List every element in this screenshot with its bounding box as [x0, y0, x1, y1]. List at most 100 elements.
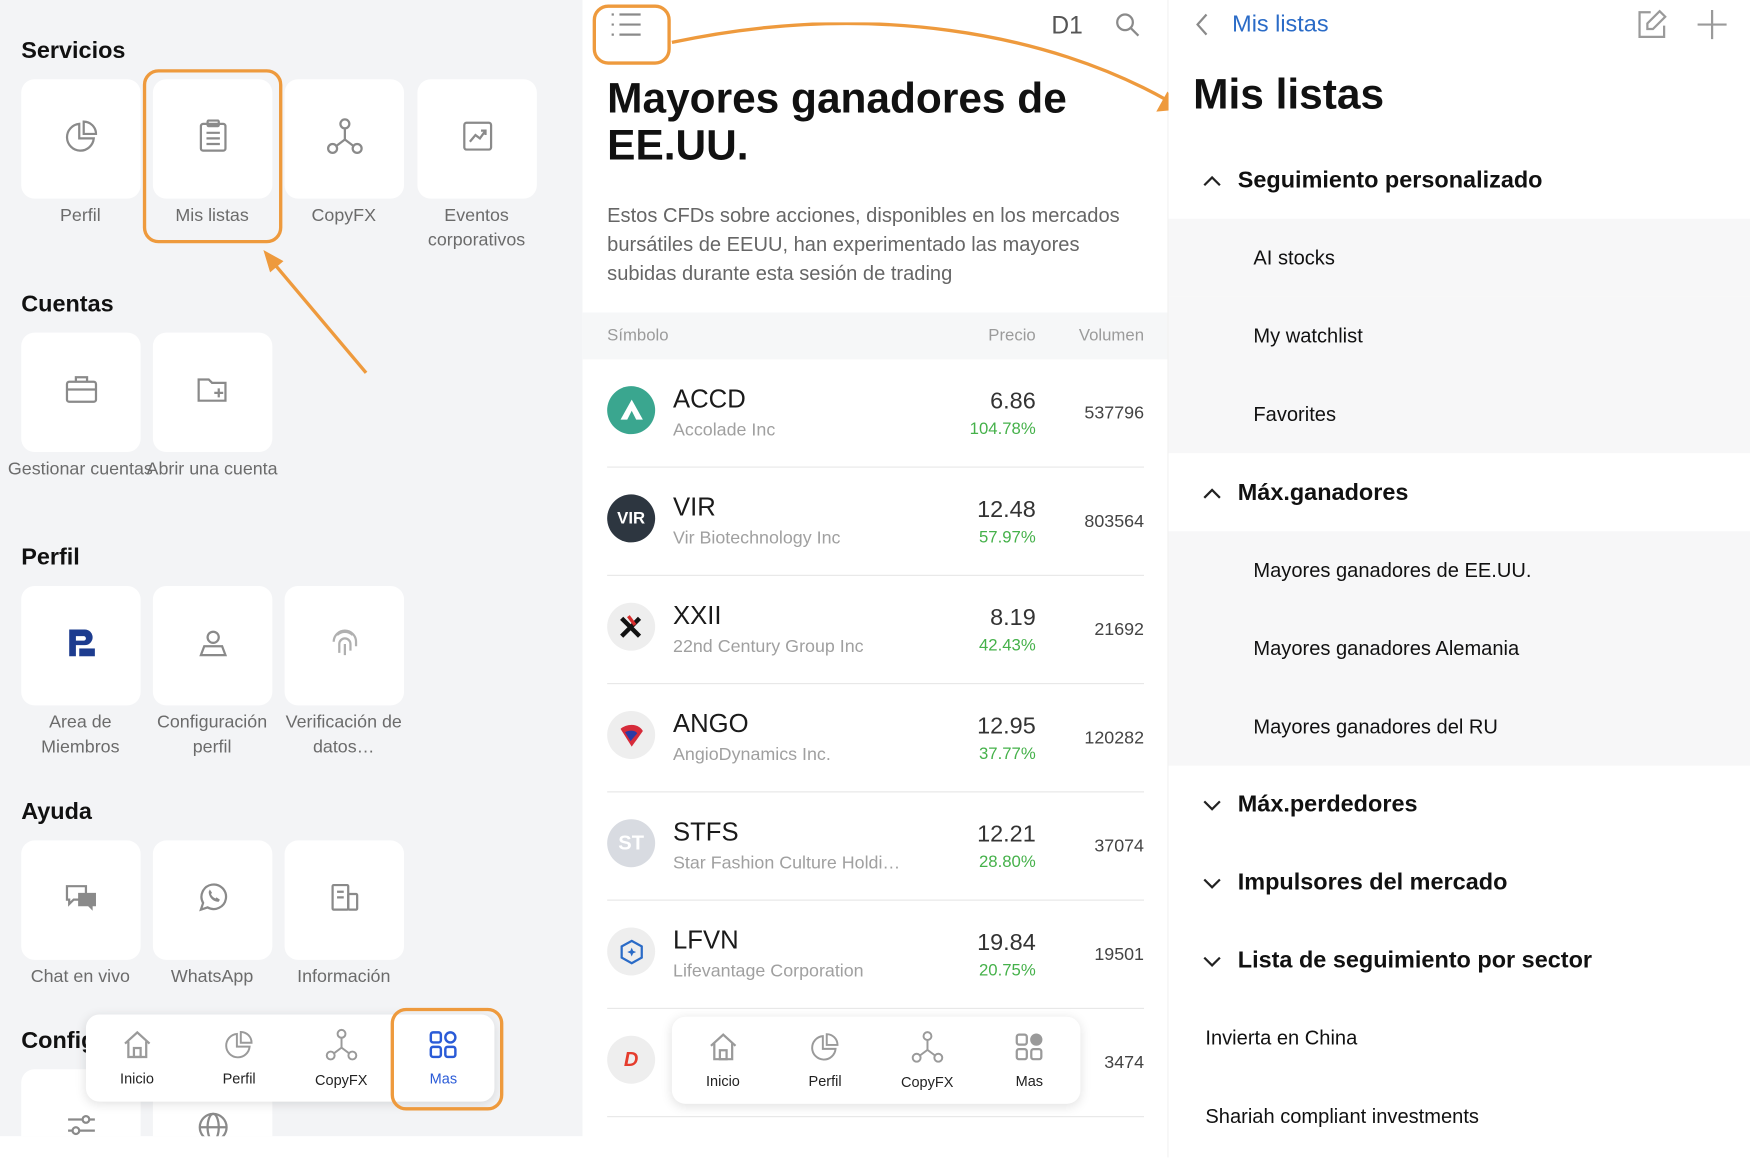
network-icon	[910, 1030, 943, 1067]
list-item[interactable]: My watchlist	[1168, 296, 1750, 376]
list-item[interactable]: Mayores ganadores de EE.UU.	[1168, 531, 1750, 610]
nav-perfil[interactable]: Perfil	[774, 1017, 876, 1104]
row-company: Lifevantage Corporation	[673, 962, 864, 982]
group-seguimiento[interactable]: Seguimiento personalizado	[1202, 142, 1543, 220]
tile-area-miembros[interactable]	[21, 585, 141, 706]
group-impulsores[interactable]: Impulsores del mercado	[1202, 844, 1507, 922]
tile-perfil[interactable]	[21, 79, 141, 199]
grid-icon	[1014, 1031, 1045, 1066]
tile-chat-en-vivo[interactable]	[21, 840, 141, 960]
nav-mas[interactable]: Mas	[978, 1017, 1080, 1104]
row-symbol: VIR	[673, 492, 716, 522]
lfvn-logo-icon	[607, 927, 656, 976]
add-icon[interactable]	[1695, 8, 1728, 47]
pointer-arrow	[263, 250, 368, 374]
info-document-icon	[328, 881, 361, 920]
mis-listas-highlight	[142, 69, 283, 244]
nav-perfil[interactable]: Perfil	[188, 1015, 290, 1102]
bottom-nav-middle: Inicio Perfil CopyFX Mas	[671, 1016, 1081, 1104]
row-symbol: XXII	[673, 600, 722, 630]
row-volume: 537796	[1084, 404, 1145, 424]
edit-icon[interactable]	[1635, 8, 1668, 47]
table-row[interactable]: VIR VIR Vir Biotechnology Inc 12.48 57.9…	[607, 468, 1145, 576]
globe-icon	[197, 1112, 228, 1137]
row-company: Star Fashion Culture Holdin…	[673, 853, 908, 873]
back-chevron-icon[interactable]	[1193, 11, 1211, 43]
tile-gestionar-cuentas[interactable]	[21, 332, 141, 453]
group-label: Seguimiento personalizado	[1237, 167, 1543, 194]
list-item[interactable]: Mayores ganadores del RU	[1168, 687, 1750, 766]
back-button[interactable]: Mis listas	[1232, 11, 1328, 38]
tile-label-verificacion: Verificación de datos…	[285, 713, 402, 757]
row-price: 19.84	[977, 929, 1036, 956]
page-title: Mis listas	[1193, 71, 1385, 119]
tile-verificacion-datos[interactable]	[284, 585, 405, 706]
table-row[interactable]: ACCD Accolade Inc 6.86 104.78% 537796	[607, 359, 1145, 468]
list-item[interactable]: Mayores ganadores Alemania	[1168, 609, 1750, 688]
pie-chart-icon	[223, 1029, 254, 1064]
row-volume: 19501	[1094, 945, 1145, 965]
page-description: Estos CFDs sobre acciones, disponibles e…	[607, 204, 1120, 285]
row-volume: 803564	[1084, 512, 1145, 532]
list-item[interactable]: Invierta en China	[1205, 999, 1357, 1077]
row-symbol: LFVN	[673, 925, 739, 955]
xxii-logo-icon	[607, 602, 656, 651]
row-symbol: ACCD	[673, 383, 746, 413]
watchlists-panel: Mis listas Mis listas Seguimiento person…	[1168, 0, 1750, 1158]
tile-abrir-cuenta[interactable]	[152, 332, 273, 453]
nav-copyfx[interactable]: CopyFX	[876, 1017, 978, 1104]
chart-frame-icon	[460, 119, 493, 158]
pie-chart-icon	[63, 118, 99, 159]
group-max-perdedores[interactable]: Máx.perdedores	[1202, 766, 1418, 844]
row-volume: 21692	[1094, 620, 1145, 640]
tile-copyfx[interactable]	[284, 79, 405, 199]
tile-informacion[interactable]	[284, 840, 405, 960]
nav-label-inicio: Inicio	[706, 1072, 740, 1090]
chat-bubbles-icon	[64, 882, 97, 919]
section-title-servicios: Servicios	[21, 37, 126, 64]
group-sector[interactable]: Lista de seguimiento por sector	[1202, 922, 1592, 1000]
more-panel: Servicios Perfil Mis listas CopyFX Event…	[0, 0, 583, 1137]
table-row[interactable]: ANGO AngioDynamics Inc. 12.95 37.77% 120…	[607, 684, 1145, 793]
mas-highlight	[390, 1007, 504, 1111]
roboforex-logo-icon	[64, 626, 97, 665]
whatsapp-icon	[196, 881, 229, 920]
nav-label-perfil: Perfil	[222, 1070, 256, 1088]
tile-whatsapp[interactable]	[152, 840, 273, 960]
home-icon	[121, 1029, 152, 1064]
table-row[interactable]: LFVN Lifevantage Corporation 19.84 20.75…	[607, 901, 1145, 1009]
list-item[interactable]: AI stocks	[1168, 218, 1750, 297]
section-title-cuentas: Cuentas	[21, 291, 114, 317]
network-icon	[325, 117, 363, 161]
tile-label-configuracion: Configuración perfil	[156, 713, 268, 757]
tile-eventos[interactable]	[417, 79, 537, 199]
row-symbol: ANGO	[673, 708, 749, 738]
row-volume: 3474	[1104, 1053, 1145, 1073]
row-change: 28.80%	[978, 852, 1036, 872]
row-price: 12.95	[977, 713, 1036, 739]
list-detail-panel: D1 Mayores ganadores de EE.UU. Estos CFD…	[582, 0, 1169, 1158]
list-item[interactable]: Favorites	[1168, 375, 1750, 454]
nav-inicio[interactable]: Inicio	[672, 1017, 774, 1104]
list-item[interactable]: Shariah compliant investments	[1205, 1077, 1479, 1155]
chevron-down-icon	[1202, 948, 1222, 975]
col-price: Precio	[988, 325, 1036, 345]
stfs-logo-icon: ST	[607, 819, 656, 868]
tile-label-copyfx: CopyFX	[311, 206, 377, 226]
group-max-ganadores[interactable]: Máx.ganadores	[1202, 454, 1408, 532]
tile-configuracion-perfil[interactable]	[152, 585, 273, 706]
section-title-perfil: Perfil	[21, 544, 80, 571]
nav-copyfx[interactable]: CopyFX	[290, 1015, 392, 1102]
network-icon	[325, 1028, 358, 1065]
table-row[interactable]: XXII 22nd Century Group Inc 8.19 42.43% …	[607, 576, 1145, 685]
tile-label-area: Area de Miembros	[41, 713, 120, 757]
fingerprint-icon	[328, 626, 361, 665]
row-change: 20.75%	[978, 960, 1036, 980]
row-company: Accolade Inc	[673, 420, 776, 440]
row-volume: 120282	[1084, 728, 1145, 748]
tile-label-chat: Chat en vivo	[30, 967, 130, 987]
nav-inicio[interactable]: Inicio	[86, 1015, 188, 1102]
connector-arrow	[671, 22, 1181, 112]
sliders-icon	[65, 1114, 96, 1136]
table-row[interactable]: ST STFS Star Fashion Culture Holdin… 12.…	[607, 792, 1145, 901]
